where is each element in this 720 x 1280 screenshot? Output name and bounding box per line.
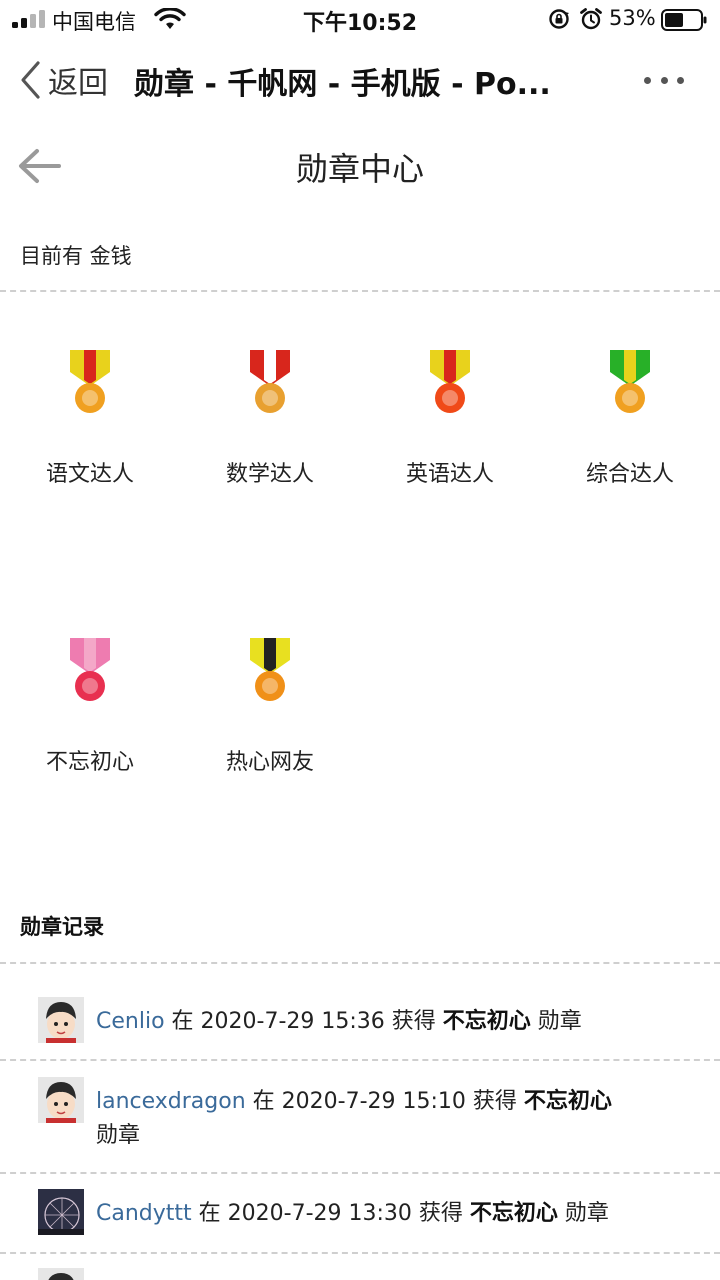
username-link[interactable]: Candyttt xyxy=(96,1201,192,1226)
medal-icon xyxy=(250,350,290,413)
status-bar: 中国电信 下午10:52 53% xyxy=(0,0,720,40)
record-detail: 在 2020-7-29 13:30 获得 xyxy=(198,1201,463,1226)
avatar[interactable] xyxy=(38,1077,84,1123)
divider xyxy=(0,1172,720,1174)
medal-label: 热心网友 xyxy=(225,750,314,775)
username-link[interactable]: Cenlio xyxy=(96,1009,165,1034)
page-title: 勋章 - 千帆网 - 手机版 - Po... xyxy=(134,67,551,102)
record-detail: 在 2020-7-29 15:36 获得 xyxy=(171,1009,436,1034)
chevron-left-icon xyxy=(21,61,40,99)
medal-label: 不忘初心 xyxy=(45,750,134,775)
medal-item[interactable]: 英语达人 xyxy=(360,348,540,488)
divider xyxy=(0,962,720,964)
battery-icon xyxy=(661,9,707,31)
record-suffix: 勋章 xyxy=(537,1009,582,1034)
medal-icon xyxy=(250,638,290,701)
money-info: 目前有 金钱 xyxy=(20,244,132,268)
record-text: Cenlio 在 2020-7-29 15:36 获得 不忘初心 勋章 xyxy=(96,1005,636,1039)
avatar[interactable] xyxy=(38,997,84,1043)
divider xyxy=(0,1252,720,1254)
medal-icon xyxy=(70,638,110,701)
divider xyxy=(0,290,720,292)
medal-item[interactable]: 热心网友 xyxy=(180,636,360,776)
medal-item[interactable]: 不忘初心 xyxy=(0,636,180,776)
page-header: 勋章中心 xyxy=(0,124,720,214)
medal-records-title: 勋章记录 xyxy=(20,915,104,939)
username-link[interactable]: lancexdragon xyxy=(96,1089,246,1114)
medal-item[interactable]: 数学达人 xyxy=(180,348,360,488)
medal-label: 语文达人 xyxy=(45,462,134,487)
medal-icon xyxy=(610,350,650,413)
more-icon[interactable] xyxy=(644,66,684,94)
record-medal-name: 不忘初心 xyxy=(523,1089,612,1114)
medal-label: 数学达人 xyxy=(225,462,314,487)
rotation-lock-icon xyxy=(549,9,569,29)
battery-percent: 53% xyxy=(609,6,656,30)
record-suffix: 勋章 xyxy=(564,1201,609,1226)
avatar[interactable] xyxy=(38,1268,84,1280)
medal-item[interactable]: 语文达人 xyxy=(0,348,180,488)
record-text: Candyttt 在 2020-7-29 13:30 获得 不忘初心 勋章 xyxy=(96,1197,636,1231)
medal-icon xyxy=(430,350,470,413)
browser-nav-bar: 返回 勋章 - 千帆网 - 手机版 - Po... xyxy=(0,40,720,124)
medal-label: 综合达人 xyxy=(585,462,674,487)
medal-center-title: 勋章中心 xyxy=(295,150,424,188)
record-detail: 在 2020-7-29 15:10 获得 xyxy=(252,1089,517,1114)
record-text: lancexdragon 在 2020-7-29 15:10 获得 不忘初心 勋… xyxy=(96,1085,636,1153)
divider xyxy=(0,1059,720,1061)
record-suffix: 勋章 xyxy=(96,1123,141,1148)
medal-item[interactable]: 综合达人 xyxy=(540,348,720,488)
avatar[interactable] xyxy=(38,1189,84,1235)
back-label: 返回 xyxy=(48,66,108,101)
back-button[interactable]: 返回 xyxy=(16,58,108,102)
alarm-icon xyxy=(580,8,602,30)
record-medal-name: 不忘初心 xyxy=(442,1009,531,1034)
medal-icon xyxy=(70,350,110,413)
record-medal-name: 不忘初心 xyxy=(469,1201,558,1226)
medal-label: 英语达人 xyxy=(405,462,494,487)
